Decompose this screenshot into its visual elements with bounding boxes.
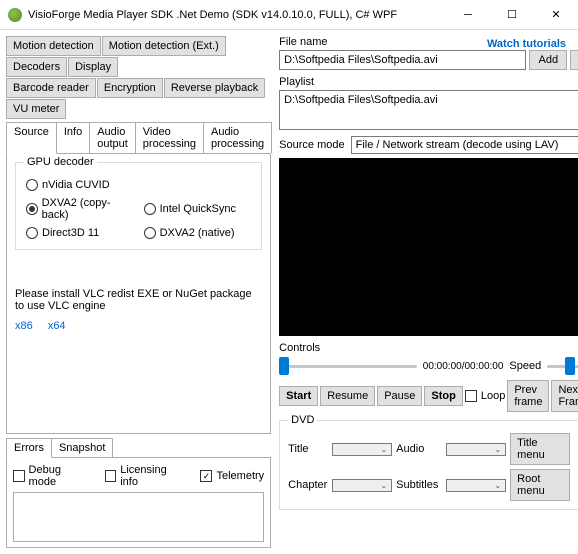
dvd-subtitles-label: Subtitles: [396, 479, 442, 491]
video-area: [279, 158, 578, 336]
tab-snapshot[interactable]: Snapshot: [51, 438, 113, 457]
chevron-down-icon: ⌄: [380, 445, 387, 454]
app-icon: [8, 8, 22, 22]
bottom-tabs: Errors Snapshot: [6, 438, 271, 458]
dvd-subtitles-select[interactable]: ⌄: [446, 479, 506, 492]
playlist-label: Playlist: [279, 76, 578, 88]
pause-button[interactable]: Pause: [377, 386, 422, 406]
decoders-button[interactable]: Decoders: [6, 57, 67, 77]
tab-info[interactable]: Info: [56, 122, 90, 153]
radio-dxva2-copy[interactable]: DXVA2 (copy-back): [26, 197, 134, 221]
speed-label: Speed: [509, 360, 541, 372]
title-menu-button[interactable]: Title menu: [510, 433, 570, 465]
playlist-item[interactable]: D:\Softpedia Files\Softpedia.avi: [282, 93, 578, 107]
tab-errors[interactable]: Errors: [6, 438, 52, 458]
chevron-down-icon: ⌄: [380, 481, 387, 490]
errors-textbox[interactable]: [13, 492, 264, 542]
dvd-chapter-select[interactable]: ⌄: [332, 479, 392, 492]
playlist-box[interactable]: D:\Softpedia Files\Softpedia.avi: [279, 90, 578, 130]
watch-tutorials-link[interactable]: Watch tutorials: [487, 38, 566, 50]
motion-detection-ext-button[interactable]: Motion detection (Ext.): [102, 36, 226, 56]
source-mode-label: Source mode: [279, 139, 344, 151]
check-licensing[interactable]: Licensing info: [105, 464, 185, 488]
prev-frame-button[interactable]: Prev frame: [507, 380, 549, 412]
link-x64[interactable]: x64: [48, 320, 66, 332]
dvd-group: DVD Title ⌄ Audio ⌄ Title menu Chapter ⌄…: [279, 420, 578, 510]
check-loop[interactable]: Loop: [465, 390, 505, 402]
vlc-note: Please install VLC redist EXE or NuGet p…: [15, 288, 262, 312]
chevron-down-icon: ⌄: [494, 445, 501, 454]
tab-video-processing[interactable]: Video processing: [135, 122, 204, 153]
browse-button[interactable]: ...: [570, 50, 578, 70]
source-mode-select[interactable]: File / Network stream (decode using LAV)…: [351, 136, 578, 154]
dvd-title-label: Title: [288, 443, 328, 455]
radio-intel[interactable]: Intel QuickSync: [144, 197, 252, 221]
display-button[interactable]: Display: [68, 57, 118, 77]
dvd-title: DVD: [288, 414, 317, 426]
speed-slider[interactable]: [547, 356, 578, 376]
minimize-button[interactable]: ─: [446, 0, 490, 30]
check-telemetry[interactable]: ✓Telemetry: [200, 464, 264, 488]
controls-label: Controls: [279, 342, 578, 354]
radio-dxva2-native[interactable]: DXVA2 (native): [144, 227, 252, 239]
tab-audio-output[interactable]: Audio output: [89, 122, 136, 153]
close-button[interactable]: ✕: [534, 0, 578, 30]
seek-slider[interactable]: [279, 356, 417, 376]
chevron-down-icon: ⌄: [494, 481, 501, 490]
dvd-chapter-label: Chapter: [288, 479, 328, 491]
resume-button[interactable]: Resume: [320, 386, 375, 406]
next-frame-button[interactable]: Next Frame: [551, 380, 578, 412]
maximize-button[interactable]: ☐: [490, 0, 534, 30]
encryption-button[interactable]: Encryption: [97, 78, 163, 98]
start-button[interactable]: Start: [279, 386, 318, 406]
radio-d3d11[interactable]: Direct3D 11: [26, 227, 134, 239]
tab-source[interactable]: Source: [6, 122, 57, 154]
gpu-decoder-group: GPU decoder nVidia CUVID DXVA2 (copy-bac…: [15, 162, 262, 250]
dvd-audio-select[interactable]: ⌄: [446, 443, 506, 456]
dvd-audio-label: Audio: [396, 443, 442, 455]
window-title: VisioForge Media Player SDK .Net Demo (S…: [28, 9, 446, 21]
barcode-reader-button[interactable]: Barcode reader: [6, 78, 96, 98]
upper-tabs: Source Info Audio output Video processin…: [6, 122, 271, 154]
dvd-title-select[interactable]: ⌄: [332, 443, 392, 456]
add-button[interactable]: Add: [529, 50, 567, 70]
titlebar: VisioForge Media Player SDK .Net Demo (S…: [0, 0, 578, 30]
check-debug[interactable]: Debug mode: [13, 464, 89, 488]
tab-audio-processing[interactable]: Audio processing: [203, 122, 272, 153]
motion-detection-button[interactable]: Motion detection: [6, 36, 101, 56]
filename-input[interactable]: D:\Softpedia Files\Softpedia.avi: [279, 50, 526, 70]
link-x86[interactable]: x86: [15, 320, 33, 332]
vu-meter-button[interactable]: VU meter: [6, 99, 66, 119]
right.stop[interactable]: Stop: [424, 386, 462, 406]
gpu-decoder-title: GPU decoder: [24, 156, 97, 168]
time-display: 00:00:00/00:00:00: [423, 361, 504, 372]
reverse-playback-button[interactable]: Reverse playback: [164, 78, 265, 98]
root-menu-button[interactable]: Root menu: [510, 469, 570, 501]
radio-nvidia[interactable]: nVidia CUVID: [26, 179, 134, 191]
